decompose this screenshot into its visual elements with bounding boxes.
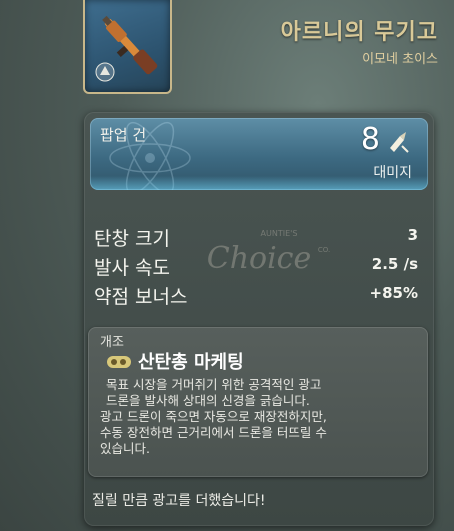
mod-description-line: 있습니다. bbox=[100, 441, 150, 456]
stat-label: 탄창 크기 bbox=[94, 228, 170, 250]
flavor-text: 질릴 만큼 광고를 더했습니다! bbox=[92, 493, 266, 509]
damage-label: 대미지 bbox=[373, 165, 412, 181]
mod-section-label: 개조 bbox=[100, 335, 124, 350]
mod-name: 산탄총 마케팅 bbox=[138, 352, 244, 373]
weapon-header: 팝업 건 8 대미지 bbox=[90, 118, 428, 190]
bullet-damage-icon bbox=[390, 132, 409, 153]
stat-label: 약점 보너스 bbox=[94, 286, 188, 308]
weapon-portrait[interactable] bbox=[83, 0, 172, 94]
stat-row-magazine: 탄창 크기 3 bbox=[94, 224, 424, 253]
weapon-subtitle: 이모네 초이스 bbox=[362, 52, 438, 67]
weapon-mod-panel: 개조 산탄총 마케팅 목표 시장을 거머쥐기 위한 공격적인 광고 드론을 발사… bbox=[88, 327, 428, 477]
mod-chip-icon bbox=[107, 356, 131, 368]
mod-description: 목표 시장을 거머쥐기 위한 공격적인 광고 드론을 발사해 상대의 신경을 긁… bbox=[100, 377, 422, 457]
stat-value: 3 bbox=[407, 226, 418, 244]
stat-row-weakspot: 약점 보너스 +85% bbox=[94, 282, 424, 311]
mod-description-line: 목표 시장을 거머쥐기 위한 공격적인 광고 bbox=[106, 377, 322, 392]
damage-value: 8 bbox=[360, 122, 380, 157]
weapon-stats: 탄창 크기 3 발사 속도 2.5 /s 약점 보너스 +85% bbox=[94, 224, 424, 311]
weapon-title: 아르니의 무기고 bbox=[280, 20, 438, 45]
stat-row-fire-rate: 발사 속도 2.5 /s bbox=[94, 253, 424, 282]
pump-shotgun-icon bbox=[95, 15, 158, 82]
weapon-type-label: 팝업 건 bbox=[100, 126, 147, 144]
mod-description-line: 광고 드론이 죽으면 자동으로 재장전하지만, bbox=[100, 409, 327, 424]
weapon-detail-card: 팝업 건 8 대미지 AUNTIE'S Choice CO. 탄창 크기 3 발… bbox=[84, 112, 434, 526]
stat-label: 발사 속도 bbox=[94, 257, 170, 279]
stat-value: 2.5 /s bbox=[371, 255, 418, 273]
mod-description-line: 드론을 발사해 상대의 신경을 긁습니다. bbox=[106, 393, 310, 408]
stat-value: +85% bbox=[369, 284, 418, 302]
mod-description-line: 수동 장전하면 근거리에서 드론을 터뜨릴 수 bbox=[100, 425, 327, 440]
